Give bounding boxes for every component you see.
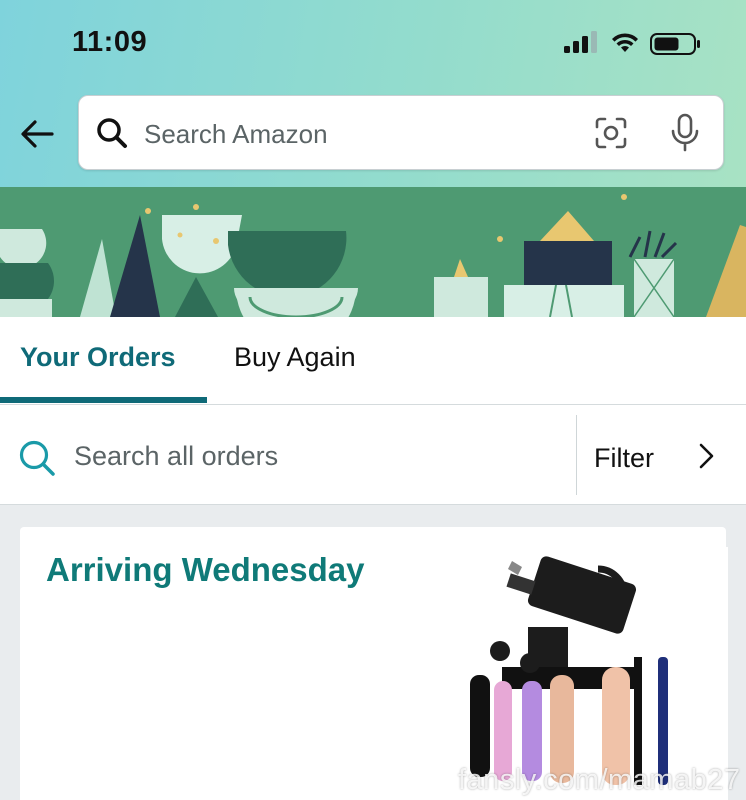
battery-icon bbox=[650, 33, 700, 55]
delivery-status: Arriving Wednesday bbox=[46, 551, 365, 588]
tab-your-orders[interactable]: Your Orders bbox=[20, 342, 176, 373]
camera-scan-icon[interactable] bbox=[593, 116, 629, 150]
watermark-text: fansly.com/mamab27 bbox=[458, 764, 741, 796]
divider bbox=[576, 415, 577, 495]
microphone-icon[interactable] bbox=[669, 113, 701, 153]
status-time: 11:09 bbox=[72, 26, 148, 58]
chevron-right-icon bbox=[699, 443, 714, 469]
filter-label: Filter bbox=[594, 443, 654, 473]
amazon-search-input[interactable]: Search Amazon bbox=[78, 95, 724, 170]
back-arrow-icon[interactable] bbox=[18, 114, 58, 154]
holiday-banner bbox=[0, 187, 746, 317]
search-icon bbox=[19, 440, 55, 476]
search-orders-input[interactable]: Search all orders bbox=[74, 441, 278, 472]
order-search-row: Search all orders Filter bbox=[0, 405, 746, 505]
cellular-signal-icon bbox=[564, 31, 597, 53]
search-icon bbox=[97, 118, 127, 148]
banner-illustration bbox=[0, 187, 746, 317]
search-placeholder: Search Amazon bbox=[144, 119, 328, 149]
wifi-icon bbox=[612, 33, 638, 52]
active-tab-indicator bbox=[0, 397, 207, 403]
tab-buy-again[interactable]: Buy Again bbox=[234, 342, 356, 373]
product-image[interactable] bbox=[448, 547, 728, 800]
orders-tabs: Your Orders Buy Again bbox=[0, 317, 746, 405]
order-card[interactable]: Arriving Wednesday bbox=[20, 527, 728, 800]
filter-button[interactable]: Filter bbox=[578, 405, 746, 505]
app-header: 11:09 Search Amazon bbox=[0, 0, 746, 188]
